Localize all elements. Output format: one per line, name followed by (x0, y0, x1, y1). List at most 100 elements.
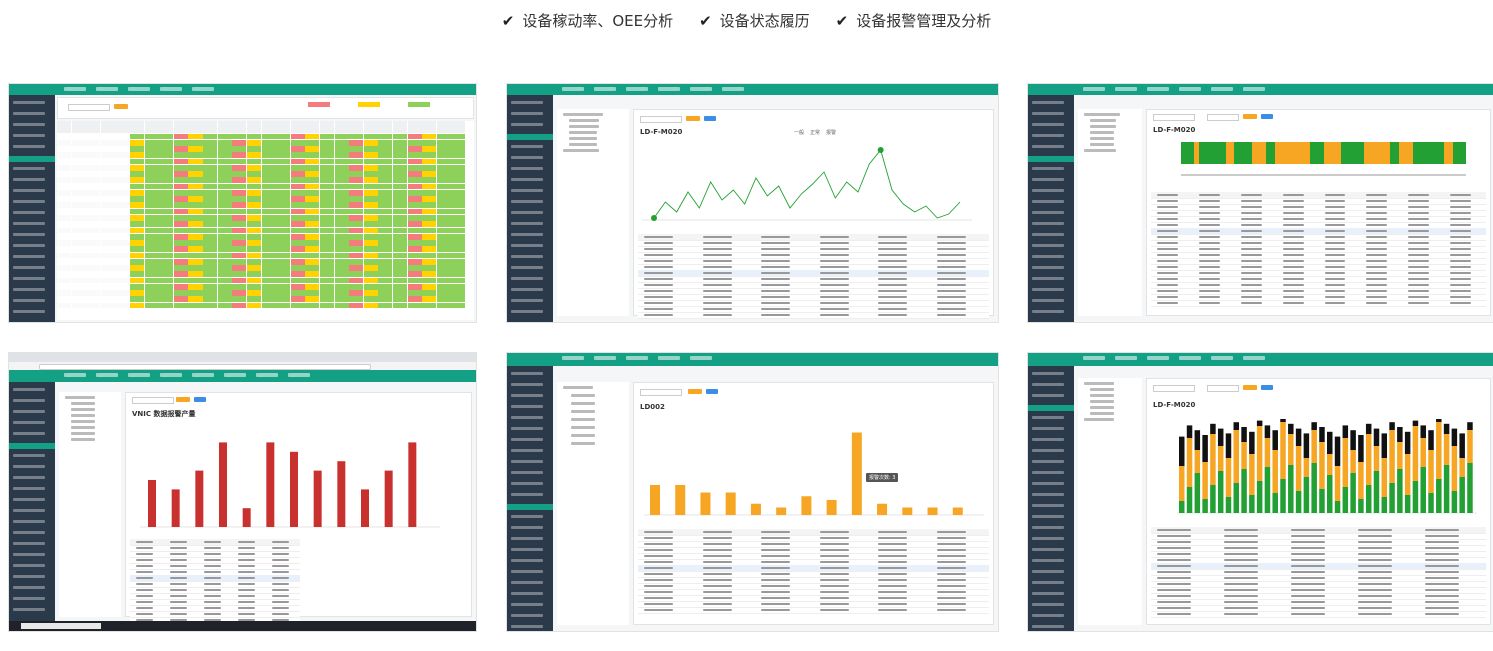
sidebar-item[interactable] (1032, 537, 1064, 540)
equipment-tree[interactable] (59, 392, 121, 617)
sidebar-item[interactable] (1032, 570, 1064, 573)
equipment-select[interactable] (1207, 385, 1239, 392)
sidebar-item[interactable] (13, 211, 45, 214)
sidebar-item[interactable] (13, 432, 45, 435)
sidebar-item[interactable] (13, 167, 45, 170)
sidebar-item[interactable] (511, 255, 543, 258)
taskbar-search[interactable] (21, 623, 101, 629)
sidebar-item[interactable] (1032, 548, 1064, 551)
sidebar-item[interactable] (1032, 255, 1064, 258)
sidebar-item[interactable] (511, 189, 543, 192)
time-slider[interactable] (1181, 174, 1466, 176)
sidebar-item[interactable] (511, 372, 543, 375)
sidebar-item[interactable] (1032, 112, 1064, 115)
sidebar-item[interactable] (1032, 310, 1064, 313)
sidebar-item[interactable] (511, 167, 543, 170)
sidebar-item[interactable] (13, 288, 45, 291)
sidebar-item[interactable] (1032, 581, 1064, 584)
sidebar-item[interactable] (1032, 299, 1064, 302)
sidebar-item[interactable] (511, 156, 543, 159)
sidebar-item[interactable] (511, 244, 543, 247)
sidebar-item[interactable] (13, 410, 45, 413)
sidebar-item[interactable] (13, 266, 45, 269)
sidebar-item[interactable] (1032, 438, 1064, 441)
sidebar-item[interactable] (13, 476, 45, 479)
sidebar-item[interactable] (1032, 526, 1064, 529)
equipment-tree[interactable] (557, 382, 629, 625)
export-button[interactable] (194, 397, 206, 402)
sidebar-item[interactable] (511, 145, 543, 148)
sidebar-item[interactable] (511, 449, 543, 452)
sidebar-item[interactable] (13, 101, 45, 104)
sidebar-item[interactable] (507, 504, 553, 510)
screenshot-status-line[interactable]: LD-F-M020 一般 正常 报警 (507, 84, 998, 322)
sidebar-item[interactable] (511, 581, 543, 584)
sidebar-item[interactable] (511, 200, 543, 203)
sidebar-item[interactable] (13, 520, 45, 523)
export-button[interactable] (1261, 114, 1273, 119)
sidebar-item[interactable] (511, 123, 543, 126)
sidebar-item[interactable] (1032, 614, 1064, 617)
sidebar-item[interactable] (511, 112, 543, 115)
sidebar-item[interactable] (13, 465, 45, 468)
sidebar-item[interactable] (507, 134, 553, 140)
sidebar-item[interactable] (13, 454, 45, 457)
equipment-tree[interactable] (1078, 109, 1142, 316)
query-button[interactable] (114, 104, 128, 109)
sidebar-item[interactable] (511, 614, 543, 617)
sidebar-item[interactable] (1032, 372, 1064, 375)
sidebar-item[interactable] (13, 575, 45, 578)
sidebar-item[interactable] (1028, 405, 1074, 411)
sidebar-item[interactable] (1032, 427, 1064, 430)
sidebar-item[interactable] (13, 145, 45, 148)
sidebar-item[interactable] (1032, 222, 1064, 225)
date-filter[interactable] (640, 389, 682, 396)
query-button[interactable] (686, 116, 700, 121)
sidebar-item[interactable] (511, 559, 543, 562)
sidebar-item[interactable] (13, 277, 45, 280)
sidebar-item[interactable] (511, 548, 543, 551)
sidebar-item[interactable] (1032, 383, 1064, 386)
screenshot-oee-table[interactable] (9, 84, 476, 322)
sidebar-item[interactable] (13, 498, 45, 501)
sidebar-item[interactable] (511, 471, 543, 474)
sidebar-item[interactable] (511, 299, 543, 302)
sidebar-item[interactable] (511, 460, 543, 463)
sidebar-item[interactable] (511, 211, 543, 214)
sidebar-item[interactable] (13, 123, 45, 126)
sidebar-item[interactable] (13, 134, 45, 137)
date-filter[interactable] (1153, 385, 1195, 392)
sidebar-item[interactable] (13, 586, 45, 589)
sidebar-item[interactable] (13, 189, 45, 192)
sidebar-item[interactable] (1032, 504, 1064, 507)
sidebar-item[interactable] (511, 416, 543, 419)
sidebar-item[interactable] (1032, 145, 1064, 148)
sidebar-item[interactable] (511, 515, 543, 518)
sidebar-item[interactable] (1032, 277, 1064, 280)
sidebar-item[interactable] (13, 608, 45, 611)
date-filter[interactable] (1153, 114, 1195, 121)
sidebar-item[interactable] (1032, 134, 1064, 137)
sidebar-item[interactable] (511, 493, 543, 496)
sidebar-item[interactable] (1032, 493, 1064, 496)
sidebar-item[interactable] (13, 597, 45, 600)
sidebar-item[interactable] (511, 288, 543, 291)
sidebar-item[interactable] (1032, 167, 1064, 170)
sidebar-item[interactable] (511, 233, 543, 236)
equipment-tree[interactable] (1078, 378, 1142, 625)
sidebar-item[interactable] (511, 526, 543, 529)
date-filter[interactable] (132, 397, 174, 404)
date-filter[interactable] (68, 104, 110, 111)
sidebar-item[interactable] (511, 178, 543, 181)
sidebar-item[interactable] (13, 509, 45, 512)
sidebar-item[interactable] (13, 388, 45, 391)
query-button[interactable] (176, 397, 190, 402)
query-button[interactable] (1243, 114, 1257, 119)
sidebar-item[interactable] (13, 244, 45, 247)
sidebar-item[interactable] (511, 625, 543, 628)
sidebar-item[interactable] (1032, 603, 1064, 606)
sidebar-item[interactable] (511, 482, 543, 485)
sidebar-item[interactable] (1032, 101, 1064, 104)
sidebar-item[interactable] (13, 233, 45, 236)
sidebar-item[interactable] (1032, 625, 1064, 628)
